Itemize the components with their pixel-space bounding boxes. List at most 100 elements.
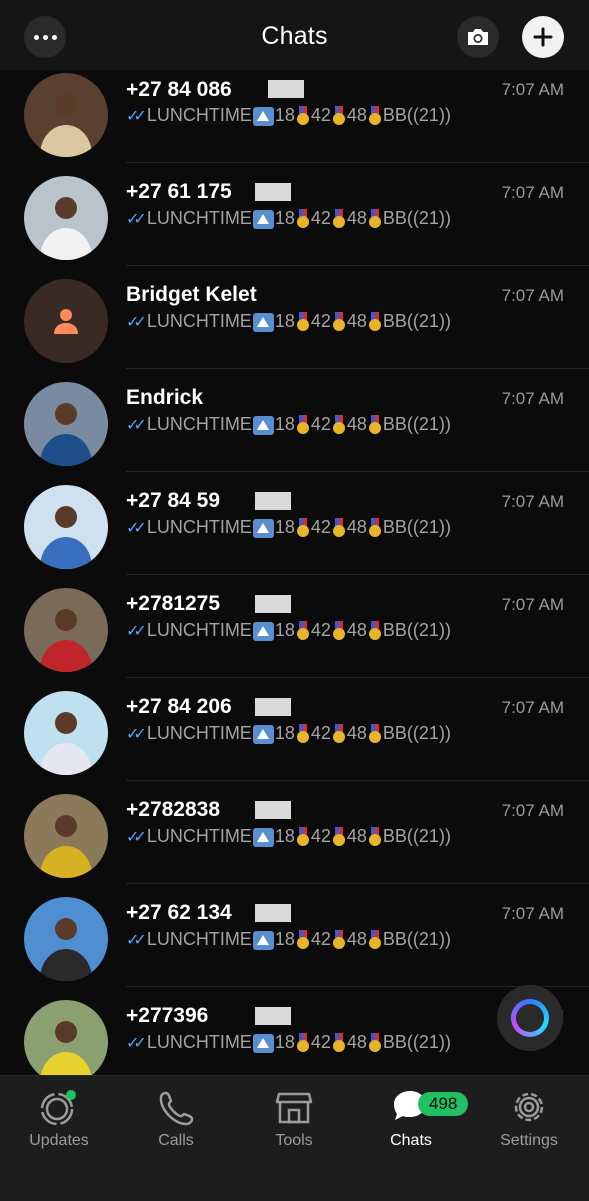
message-preview: ✓✓ LUNCHTIME 18 42 48 BB((21)) — [126, 105, 451, 126]
preview-number: 18 — [274, 208, 295, 228]
chat-row[interactable]: +27 84 206 7:07 AM ✓✓ LUNCHTIME 18 42 48 BB((21… — [0, 678, 589, 781]
avatar[interactable] — [24, 897, 108, 981]
avatar[interactable] — [24, 794, 108, 878]
chat-list[interactable]: +27 84 086 7:07 AM ✓✓ LUNCHTIME 18 42 48 BB((21… — [0, 60, 589, 1075]
chat-name: +2782838 — [126, 798, 221, 821]
medal-emoji-icon — [296, 105, 310, 126]
chat-row[interactable]: +27 61 175 7:07 AM ✓✓ LUNCHTIME 18 42 48 BB((21… — [0, 163, 589, 266]
read-receipt-icon: ✓✓ — [126, 828, 147, 846]
nav-settings-label: Settings — [500, 1132, 558, 1149]
profile-photo — [24, 73, 108, 157]
preview-tail: BB((21)) — [382, 929, 451, 949]
message-preview: ✓✓ LUNCHTIME 18 42 48 BB((21)) — [126, 208, 451, 229]
top-bar: Chats — [0, 0, 589, 70]
gear-icon — [514, 1092, 544, 1122]
preview-text: LUNCHTIME — [146, 1032, 252, 1052]
medal-emoji-icon — [296, 1032, 310, 1053]
chat-name: Endrick — [126, 386, 204, 409]
preview-text: LUNCHTIME — [146, 620, 252, 640]
read-receipt-icon: ✓✓ — [126, 622, 147, 640]
avatar[interactable] — [24, 1000, 108, 1075]
avatar[interactable] — [24, 485, 108, 569]
preview-number: 18 — [274, 723, 295, 743]
chat-row[interactable]: +2781275 7:07 AM ✓✓ LUNCHTIME 18 42 48 BB((21)) — [0, 575, 589, 678]
preview-number: 48 — [346, 826, 367, 846]
profile-photo — [24, 485, 108, 569]
chat-row[interactable]: +27 62 134 7:07 AM ✓✓ LUNCHTIME 18 42 48 BB((21… — [0, 884, 589, 987]
message-preview: ✓✓ LUNCHTIME 18 42 48 BB((21)) — [126, 826, 451, 847]
nav-updates[interactable]: Updates — [4, 1086, 114, 1150]
medal-emoji-icon — [332, 826, 346, 847]
preview-tail: BB((21)) — [382, 620, 451, 640]
preview-tail: BB((21)) — [382, 517, 451, 537]
medal-emoji-icon — [368, 414, 382, 435]
medal-emoji-icon — [296, 517, 310, 538]
avatar[interactable] — [24, 73, 108, 157]
read-receipt-icon: ✓✓ — [126, 725, 147, 743]
profile-photo — [24, 382, 108, 466]
preview-number: 42 — [310, 929, 331, 949]
avatar[interactable] — [24, 176, 108, 260]
phone-icon — [159, 1091, 194, 1126]
chat-row[interactable]: +27 84 59 7:07 AM ✓✓ LUNCHTIME 18 42 48 BB((21)… — [0, 472, 589, 575]
bottom-navigation: Updates Calls Tools 498 Chats Settings — [0, 1075, 589, 1201]
read-receipt-icon: ✓✓ — [126, 107, 147, 125]
preview-number: 18 — [274, 826, 295, 846]
up-arrow-emoji-icon — [252, 1034, 274, 1053]
chat-row[interactable]: +27 84 086 7:07 AM ✓✓ LUNCHTIME 18 42 48 BB((21… — [0, 60, 589, 163]
preview-number: 18 — [274, 517, 295, 537]
nav-tools[interactable]: Tools — [239, 1086, 349, 1150]
message-preview: ✓✓ LUNCHTIME 18 42 48 BB((21)) — [126, 517, 451, 538]
preview-number: 18 — [274, 620, 295, 640]
avatar[interactable] — [24, 382, 108, 466]
nav-chats[interactable]: 498 Chats — [356, 1086, 469, 1150]
nav-settings[interactable]: Settings — [474, 1086, 584, 1150]
preview-number: 42 — [310, 826, 331, 846]
medal-emoji-icon — [332, 105, 346, 126]
avatar[interactable] — [24, 691, 108, 775]
nav-calls[interactable]: Calls — [121, 1086, 231, 1150]
up-arrow-emoji-icon — [252, 313, 274, 332]
chat-row[interactable]: Endrick 7:07 AM ✓✓ LUNCHTIME 18 42 48 BB((21)) — [0, 369, 589, 472]
up-arrow-emoji-icon — [252, 828, 274, 847]
new-chat-button[interactable] — [522, 16, 564, 58]
meta-ai-button[interactable] — [497, 985, 563, 1051]
preview-text: LUNCHTIME — [146, 517, 252, 537]
read-receipt-icon: ✓✓ — [126, 416, 147, 434]
preview-tail: BB((21)) — [382, 414, 451, 434]
chat-timestamp: 7:07 AM — [501, 595, 564, 614]
chat-timestamp: 7:07 AM — [501, 389, 564, 408]
read-receipt-icon: ✓✓ — [126, 313, 147, 331]
redaction-mark — [255, 183, 291, 201]
preview-number: 18 — [274, 414, 295, 434]
preview-text: LUNCHTIME — [146, 929, 252, 949]
medal-emoji-icon — [332, 414, 346, 435]
redaction-mark — [255, 492, 291, 510]
message-preview: ✓✓ LUNCHTIME 18 42 48 BB((21)) — [126, 723, 451, 744]
message-preview: ✓✓ LUNCHTIME 18 42 48 BB((21)) — [126, 620, 451, 641]
preview-number: 48 — [346, 414, 367, 434]
profile-photo — [24, 897, 108, 981]
preview-number: 18 — [274, 1032, 295, 1052]
chat-row[interactable]: +2782838 7:07 AM ✓✓ LUNCHTIME 18 42 48 BB((21)) — [0, 781, 589, 884]
avatar[interactable] — [24, 588, 108, 672]
message-preview: ✓✓ LUNCHTIME 18 42 48 BB((21)) — [126, 311, 451, 332]
chat-name: +27 84 59 — [126, 489, 221, 512]
medal-emoji-icon — [332, 620, 346, 641]
read-receipt-icon: ✓✓ — [126, 519, 147, 537]
preview-tail: BB((21)) — [382, 723, 451, 743]
chat-row[interactable]: Bridget Kelet 7:07 AM ✓✓ LUNCHTIME 18 42 48 BB(… — [0, 266, 589, 369]
default-avatar[interactable] — [24, 279, 108, 363]
chat-timestamp: 7:07 AM — [501, 801, 564, 820]
plus-icon — [533, 27, 553, 47]
person-icon — [54, 309, 78, 334]
message-preview: ✓✓ LUNCHTIME 18 42 48 BB((21)) — [126, 1032, 451, 1053]
preview-number: 48 — [346, 620, 367, 640]
chat-timestamp: 7:07 AM — [501, 698, 564, 717]
camera-button[interactable] — [457, 16, 499, 58]
chat-timestamp: 7:07 AM — [501, 904, 564, 923]
page-title: Chats — [261, 22, 328, 50]
redaction-mark — [255, 1007, 291, 1025]
medal-emoji-icon — [296, 826, 310, 847]
preview-number: 48 — [346, 517, 367, 537]
